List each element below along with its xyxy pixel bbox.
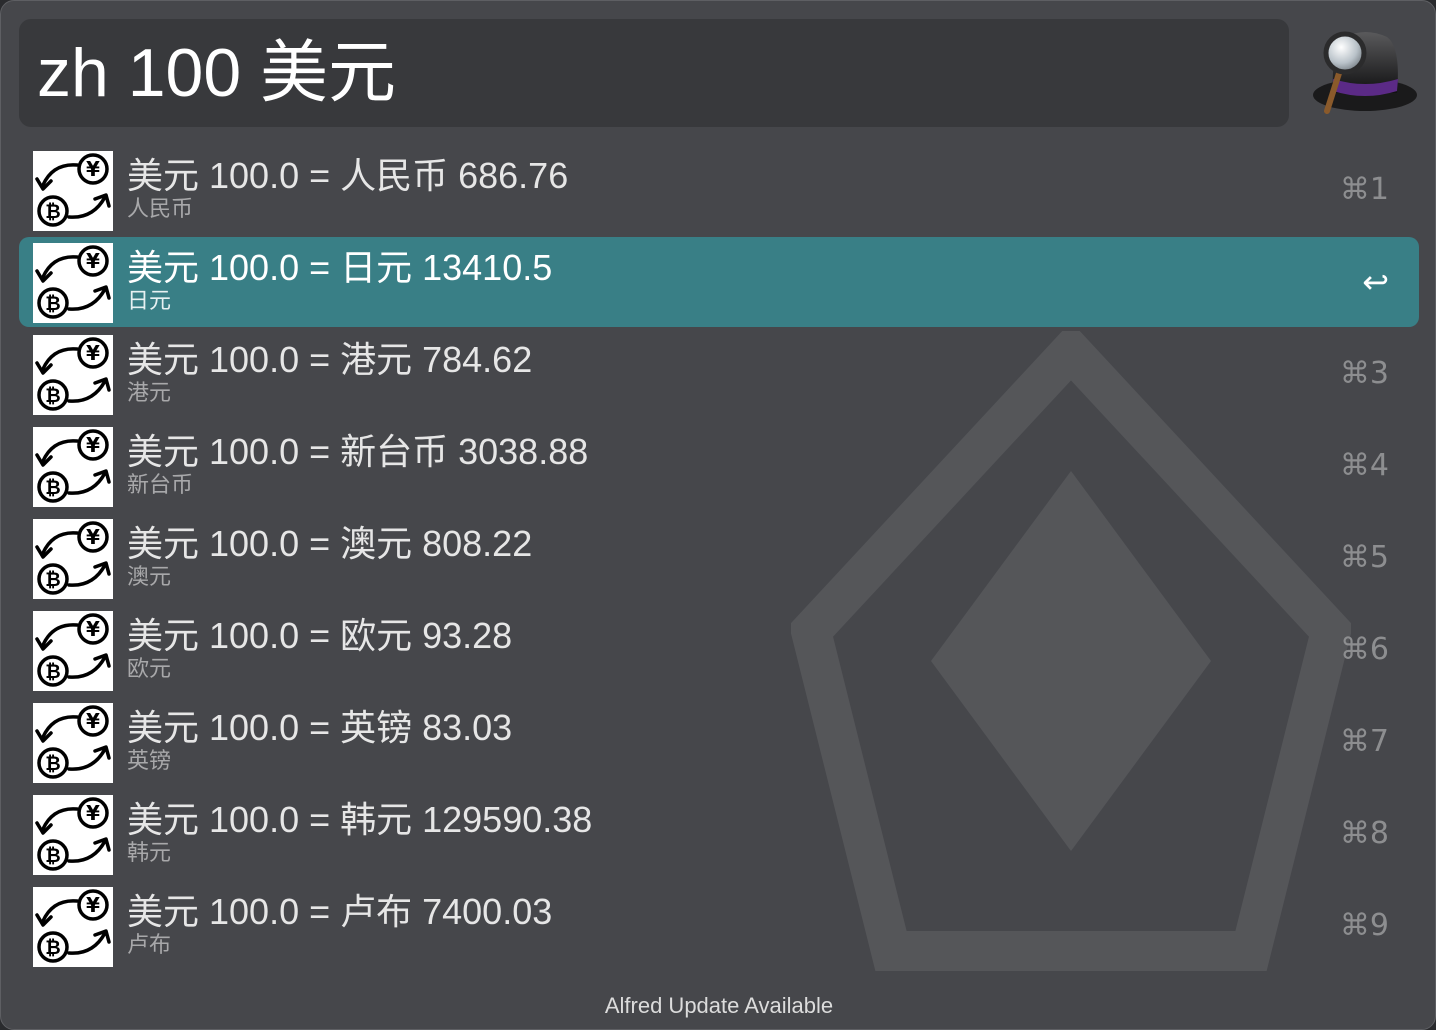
- update-status[interactable]: Alfred Update Available: [1, 991, 1435, 1021]
- svg-text:₿: ₿: [45, 293, 60, 315]
- result-title: 美元 100.0 = 港元 784.62: [127, 339, 533, 380]
- result-row-8[interactable]: ¥ ₿ 美元 100.0 = 韩元 129590.38 韩元 ⌘8: [19, 789, 1419, 879]
- result-title: 美元 100.0 = 英镑 83.03: [127, 707, 513, 748]
- svg-text:₿: ₿: [45, 845, 60, 867]
- svg-text:₿: ₿: [45, 477, 60, 499]
- shortcut-label: ⌘5: [1339, 540, 1389, 575]
- svg-text:¥: ¥: [86, 157, 100, 181]
- result-title: 美元 100.0 = 人民币 686.76: [127, 155, 569, 196]
- currency-exchange-icon: ¥ ₿: [33, 151, 113, 231]
- result-row-1[interactable]: ¥ ₿ 美元 100.0 = 人民币 686.76 人民币 ⌘1: [19, 145, 1419, 235]
- result-subtitle: 人民币: [127, 196, 194, 221]
- result-subtitle: 英镑: [127, 748, 172, 773]
- result-title: 美元 100.0 = 日元 13410.5: [127, 247, 553, 288]
- shortcut-label: ⌘8: [1339, 816, 1389, 851]
- shortcut-label: ⌘3: [1339, 356, 1389, 391]
- result-row-5[interactable]: ¥ ₿ 美元 100.0 = 澳元 808.22 澳元 ⌘5: [19, 513, 1419, 603]
- search-box[interactable]: [19, 19, 1289, 127]
- result-title: 美元 100.0 = 韩元 129590.38: [127, 799, 593, 840]
- svg-text:¥: ¥: [86, 249, 100, 273]
- result-title: 美元 100.0 = 欧元 93.28: [127, 615, 513, 656]
- result-subtitle: 卢布: [127, 932, 172, 957]
- svg-text:₿: ₿: [45, 385, 60, 407]
- result-title: 美元 100.0 = 澳元 808.22: [127, 523, 533, 564]
- result-row-2[interactable]: ¥ ₿ 美元 100.0 = 日元 13410.5 日元 ↩: [19, 237, 1419, 327]
- svg-text:₿: ₿: [45, 569, 60, 591]
- svg-text:¥: ¥: [86, 433, 100, 457]
- currency-exchange-icon: ¥ ₿: [33, 795, 113, 875]
- svg-text:¥: ¥: [86, 893, 100, 917]
- search-input[interactable]: [37, 19, 1267, 127]
- result-row-7[interactable]: ¥ ₿ 美元 100.0 = 英镑 83.03 英镑 ⌘7: [19, 697, 1419, 787]
- currency-exchange-icon: ¥ ₿: [33, 519, 113, 599]
- result-title: 美元 100.0 = 卢布 7400.03: [127, 891, 553, 932]
- return-key-icon: ↩: [1362, 263, 1389, 301]
- result-title: 美元 100.0 = 新台币 3038.88: [127, 431, 589, 472]
- shortcut-label: ⌘6: [1339, 632, 1389, 667]
- svg-text:₿: ₿: [45, 937, 60, 959]
- result-subtitle: 日元: [127, 288, 172, 313]
- result-subtitle: 澳元: [127, 564, 172, 589]
- currency-exchange-icon: ¥ ₿: [33, 427, 113, 507]
- svg-text:¥: ¥: [86, 801, 100, 825]
- svg-text:¥: ¥: [86, 709, 100, 733]
- svg-text:¥: ¥: [86, 525, 100, 549]
- currency-exchange-icon: ¥ ₿: [33, 887, 113, 967]
- svg-text:₿: ₿: [45, 201, 60, 223]
- svg-text:₿: ₿: [45, 753, 60, 775]
- shortcut-label: ⌘7: [1339, 724, 1389, 759]
- result-row-4[interactable]: ¥ ₿ 美元 100.0 = 新台币 3038.88 新台币 ⌘4: [19, 421, 1419, 511]
- shortcut-label: ⌘1: [1339, 172, 1389, 207]
- currency-exchange-icon: ¥ ₿: [33, 335, 113, 415]
- currency-exchange-icon: ¥ ₿: [33, 243, 113, 323]
- svg-text:¥: ¥: [86, 617, 100, 641]
- result-row-6[interactable]: ¥ ₿ 美元 100.0 = 欧元 93.28 欧元 ⌘6: [19, 605, 1419, 695]
- alfred-window: ¥ ₿ 美元 100.0 = 人民币 686.76 人民币 ⌘1 ¥ ₿: [0, 0, 1436, 1030]
- result-subtitle: 新台币: [127, 472, 194, 497]
- result-row-3[interactable]: ¥ ₿ 美元 100.0 = 港元 784.62 港元 ⌘3: [19, 329, 1419, 419]
- alfred-hat-icon[interactable]: [1305, 27, 1421, 119]
- svg-text:₿: ₿: [45, 661, 60, 683]
- result-subtitle: 港元: [127, 380, 172, 405]
- shortcut-label: ⌘9: [1339, 908, 1389, 943]
- result-subtitle: 韩元: [127, 840, 172, 865]
- currency-exchange-icon: ¥ ₿: [33, 703, 113, 783]
- currency-exchange-icon: ¥ ₿: [33, 611, 113, 691]
- svg-text:¥: ¥: [86, 341, 100, 365]
- shortcut-label: ⌘4: [1339, 448, 1389, 483]
- result-subtitle: 欧元: [127, 656, 172, 681]
- result-row-9[interactable]: ¥ ₿ 美元 100.0 = 卢布 7400.03 卢布 ⌘9: [19, 881, 1419, 971]
